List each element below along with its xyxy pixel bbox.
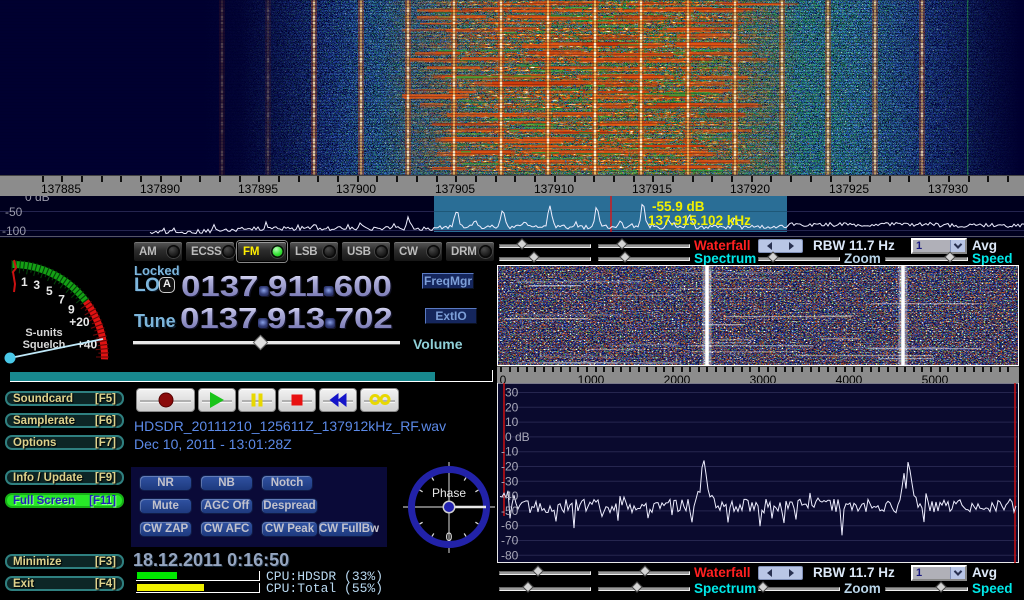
svg-text:-80: -80 [501,548,519,562]
svg-text:7: 7 [58,292,65,306]
svg-text:-55.9 dB: -55.9 dB [652,199,705,214]
svg-text:-40: -40 [501,489,519,503]
svg-text:-100: -100 [2,224,26,238]
svg-text:-50: -50 [501,504,519,518]
svg-text:1: 1 [21,275,28,289]
svg-text:Phase: Phase [432,486,466,500]
svg-text:-50: -50 [5,205,23,219]
svg-text:20: 20 [505,400,519,414]
svg-text:S-units: S-units [25,327,62,339]
svg-text:10: 10 [505,415,519,429]
svg-text:+40: +40 [77,338,98,352]
svg-text:-30: -30 [501,474,519,488]
svg-text:-10: -10 [501,445,519,459]
svg-text:Squelch: Squelch [23,339,66,351]
svg-text:-70: -70 [501,534,519,548]
svg-text:0 dB: 0 dB [25,196,50,204]
svg-text:-20: -20 [501,460,519,474]
svg-text:5: 5 [46,284,53,298]
svg-text:0 dB: 0 dB [505,430,530,444]
svg-text:3: 3 [33,278,40,292]
svg-text:0: 0 [446,530,453,544]
svg-text:-60: -60 [501,519,519,533]
svg-text:30: 30 [505,386,519,400]
svg-text:137.915.102 kHz: 137.915.102 kHz [648,213,751,228]
svg-text:+20: +20 [69,315,90,329]
